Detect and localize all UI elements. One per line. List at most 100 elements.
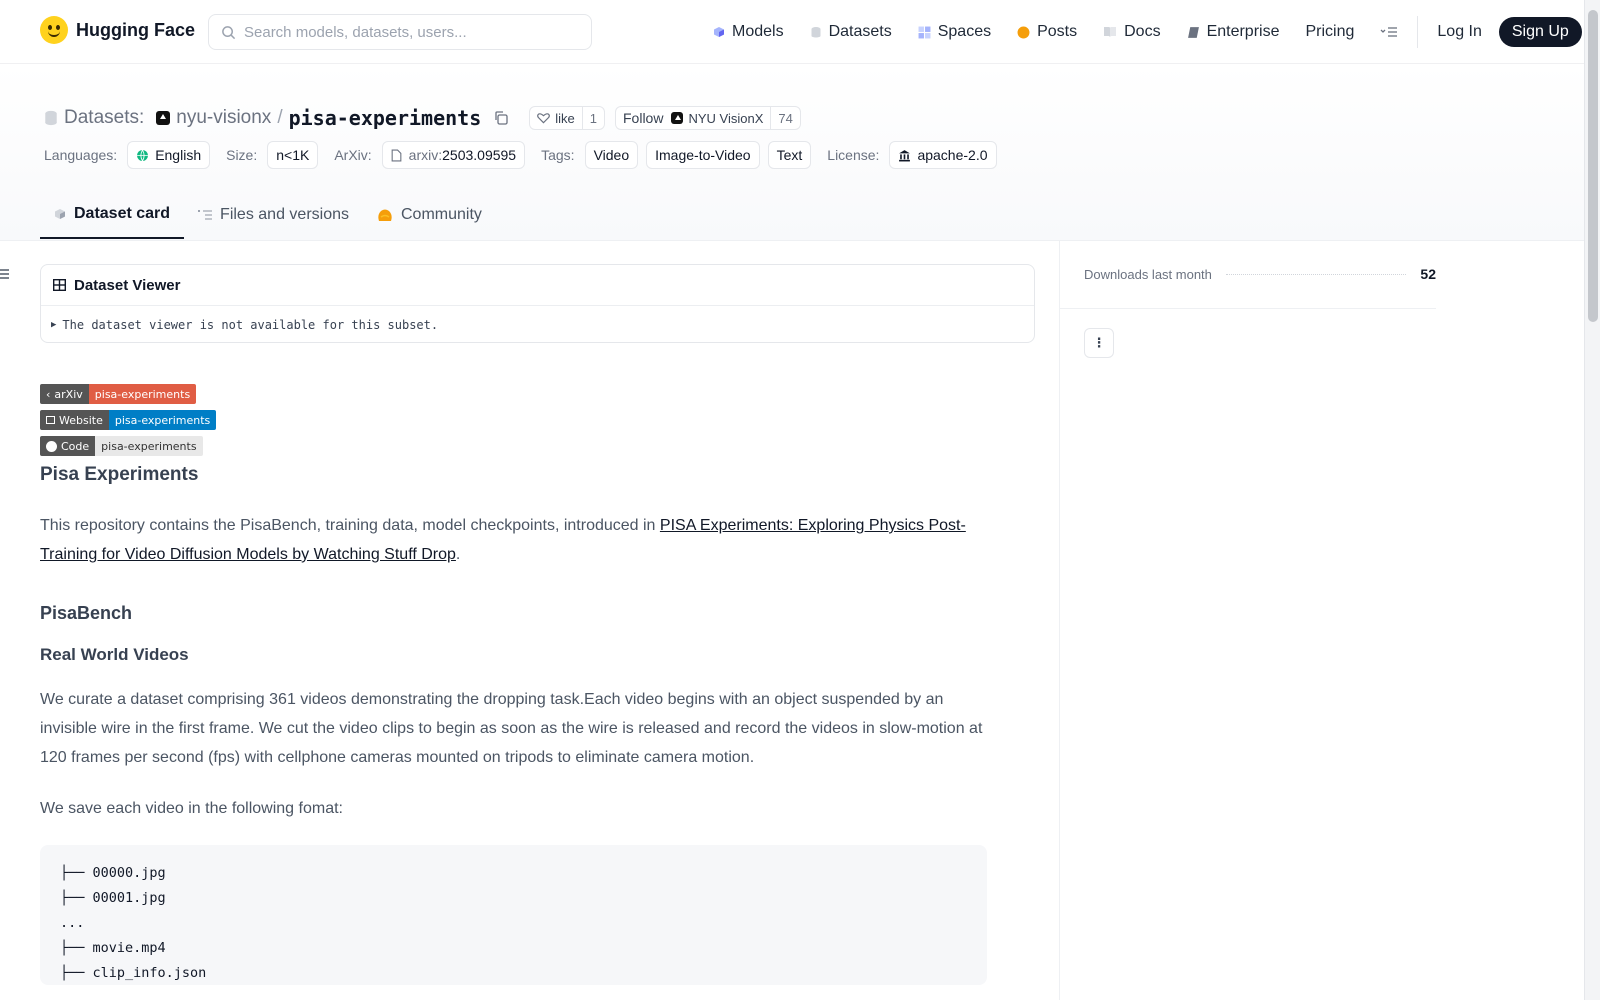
nav-posts[interactable]: Posts xyxy=(1004,14,1090,50)
nav-datasets-label: Datasets xyxy=(828,23,892,40)
arxiv-badge-right: pisa-experiments xyxy=(94,387,191,401)
tab-dataset-card[interactable]: Dataset card xyxy=(40,191,185,239)
login-link[interactable]: Log In xyxy=(1424,14,1494,50)
follow-org-button[interactable]: Follow NYU VisionX 74 xyxy=(615,106,801,130)
posts-bubble-icon xyxy=(1017,26,1030,38)
tag-video[interactable]: Video xyxy=(584,141,639,169)
breadcrumb-separator: / xyxy=(277,107,283,128)
follow-label: Follow xyxy=(623,110,664,126)
nav-pricing[interactable]: Pricing xyxy=(1292,14,1367,50)
search-box[interactable] xyxy=(208,14,592,50)
brand-home-link[interactable]: Hugging Face xyxy=(40,16,195,44)
code-badge[interactable]: Code pisa-experiments xyxy=(40,436,203,456)
sidebar-divider xyxy=(1060,308,1436,309)
toc-toggle-icon[interactable] xyxy=(0,268,10,283)
like-label: like xyxy=(555,110,575,126)
org-avatar-icon xyxy=(671,112,684,124)
tab-files-label: Files and versions xyxy=(220,206,349,223)
tag-image-to-video[interactable]: Image-to-Video xyxy=(646,141,760,169)
heart-icon xyxy=(537,113,551,124)
language-tag[interactable]: English xyxy=(127,141,211,169)
tab-files-and-versions[interactable]: Files and versions xyxy=(184,191,363,239)
dotted-leader xyxy=(1225,273,1407,275)
globe-icon xyxy=(137,149,149,162)
like-button[interactable]: like 1 xyxy=(529,106,605,130)
code-line: ├── movie.mp4 xyxy=(60,940,166,956)
arxiv-tag[interactable]: arxiv: 2503.09595 xyxy=(381,141,526,169)
readme-content: Pisa Experiments This repository contain… xyxy=(40,460,990,985)
login-label: Log In xyxy=(1437,23,1482,40)
tab-community-label: Community xyxy=(401,206,482,223)
signup-label: Sign Up xyxy=(1511,23,1569,40)
nav-enterprise-label: Enterprise xyxy=(1206,23,1280,40)
website-badge-right: pisa-experiments xyxy=(114,413,211,427)
tag-text-label: Text xyxy=(776,147,803,163)
website-badge[interactable]: Website pisa-experiments xyxy=(40,410,217,430)
github-icon xyxy=(46,440,57,452)
size-tag[interactable]: n<1K xyxy=(267,141,319,169)
cube-icon xyxy=(714,27,724,37)
code-line: ... xyxy=(60,915,85,931)
license-value: apache-2.0 xyxy=(917,147,988,163)
tag-text[interactable]: Text xyxy=(767,141,812,169)
file-tree-icon xyxy=(198,210,213,220)
kebab-icon: ⋮ xyxy=(1092,335,1106,350)
heading-pisabench: PisaBench xyxy=(40,603,133,623)
spaces-grid-icon xyxy=(918,26,931,38)
nav-spaces[interactable]: Spaces xyxy=(905,14,1004,50)
breadcrumb-org-link[interactable]: nyu-visionx xyxy=(176,107,271,129)
arxiv-id: 2503.09595 xyxy=(442,147,517,163)
intro-text: This repository contains the PisaBench, … xyxy=(40,517,660,534)
downloads-label: Downloads last month xyxy=(1084,266,1212,282)
website-badge-left: Website xyxy=(59,413,103,427)
dataset-viewer-disclosure[interactable]: ▶ The dataset viewer is not available fo… xyxy=(41,306,1034,343)
breadcrumb-datasets-link[interactable]: Datasets: xyxy=(64,107,144,129)
repo-tabs: Dataset card Files and versions Communit… xyxy=(40,191,496,240)
database-icon xyxy=(811,27,821,38)
search-input[interactable] xyxy=(244,23,564,41)
intro-paragraph: This repository contains the PisaBench, … xyxy=(40,511,990,569)
bank-icon xyxy=(899,149,911,161)
top-navbar: Hugging Face Models Datasets Spaces Post… xyxy=(0,0,1584,64)
nav-more-menu[interactable] xyxy=(1367,14,1411,50)
downloads-value: 52 xyxy=(1420,266,1436,282)
tag-video-label: Video xyxy=(593,147,630,163)
nav-models-label: Models xyxy=(732,23,784,40)
nav-docs-label: Docs xyxy=(1124,23,1161,40)
nav-links: Models Datasets Spaces Posts Docs Enterp… xyxy=(700,14,1582,50)
nav-enterprise[interactable]: Enterprise xyxy=(1174,14,1293,50)
license-tag[interactable]: apache-2.0 xyxy=(889,141,997,169)
tag-image-to-video-label: Image-to-Video xyxy=(655,147,751,163)
nav-pricing-label: Pricing xyxy=(1305,23,1355,40)
arxiv-badge-left: arXiv xyxy=(54,387,83,401)
cube-icon xyxy=(55,209,65,219)
page-scrollbar[interactable] xyxy=(1584,0,1600,1000)
breadcrumb: Datasets: nyu-visionx / pisa-experiments… xyxy=(44,104,801,132)
tab-community[interactable]: Community xyxy=(363,191,496,239)
tab-dataset-card-label: Dataset card xyxy=(74,205,171,222)
dataset-card-main: Dataset Viewer ▶ The dataset viewer is n… xyxy=(40,264,1035,985)
arxiv-key: ArXiv: xyxy=(334,147,372,163)
arxiv-prefix: arxiv: xyxy=(408,147,443,163)
file-tree-code-block: ├── 00000.jpg ├── 00001.jpg ... ├── movi… xyxy=(40,845,987,985)
book-icon xyxy=(1104,27,1117,37)
org-avatar-icon xyxy=(156,111,171,125)
heading-real-world-videos: Real World Videos xyxy=(40,645,189,664)
menu-lines-icon xyxy=(1380,27,1398,37)
languages-key: Languages: xyxy=(44,147,118,163)
more-options-button[interactable]: ⋮ xyxy=(1084,328,1114,358)
repo-name[interactable]: pisa-experiments xyxy=(289,106,482,130)
arxiv-badge[interactable]: ‹ arXiv pisa-experiments xyxy=(40,384,197,404)
enterprise-icon xyxy=(1187,26,1199,38)
copy-icon[interactable] xyxy=(493,110,509,126)
dataset-viewer-header: Dataset Viewer xyxy=(41,265,1034,306)
community-icon xyxy=(378,209,392,221)
nav-docs[interactable]: Docs xyxy=(1090,14,1173,50)
follow-count: 74 xyxy=(778,110,793,126)
signup-button[interactable]: Sign Up xyxy=(1498,17,1582,47)
nav-posts-label: Posts xyxy=(1037,23,1078,40)
nav-datasets[interactable]: Datasets xyxy=(797,14,905,50)
scrollbar-thumb[interactable] xyxy=(1588,10,1598,322)
nav-models[interactable]: Models xyxy=(700,14,797,50)
shield-badges: ‹ arXiv pisa-experiments Website pisa-exp… xyxy=(40,384,217,462)
